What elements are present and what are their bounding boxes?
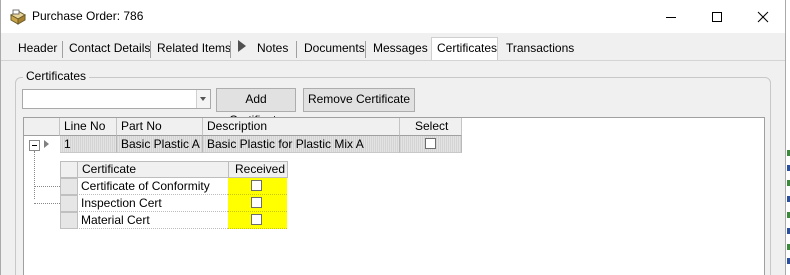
child-cell-received[interactable]: [228, 178, 287, 195]
column-header-select[interactable]: Select: [400, 118, 462, 136]
tab-notes[interactable]: Notes: [257, 41, 288, 59]
grid-header-corner: [24, 118, 60, 136]
tab-separator: [150, 41, 151, 58]
remove-certificate-button[interactable]: Remove Certificate: [303, 88, 415, 112]
cell-line-no[interactable]: 1: [60, 136, 117, 153]
tab-related-items[interactable]: Related Items: [157, 41, 231, 59]
tab-scroll-arrow-icon[interactable]: [237, 39, 247, 56]
column-header-description[interactable]: Description: [203, 118, 400, 136]
tab-transactions[interactable]: Transactions: [506, 41, 574, 59]
tab-separator: [296, 41, 297, 58]
maximize-icon: [712, 12, 722, 22]
received-checkbox[interactable]: [251, 180, 262, 191]
collapse-row-icon[interactable]: [29, 140, 40, 151]
certificates-group-label: Certificates: [23, 69, 90, 83]
close-button[interactable]: [740, 0, 786, 33]
cell-part-no[interactable]: Basic Plastic A: [117, 136, 203, 153]
child-cell-certificate[interactable]: Certificate of Conformity: [77, 178, 228, 195]
child-cell-received[interactable]: [228, 212, 287, 229]
child-column-header-certificate[interactable]: Certificate: [77, 161, 229, 178]
child-column-header-received[interactable]: Received: [228, 161, 288, 178]
purchase-order-icon: [9, 9, 27, 25]
column-header-line-no[interactable]: Line No: [60, 118, 117, 136]
select-checkbox[interactable]: [425, 138, 436, 149]
certificate-select[interactable]: [22, 89, 211, 109]
column-header-part-no[interactable]: Part No: [117, 118, 203, 136]
received-checkbox[interactable]: [251, 197, 262, 208]
tab-contact-details[interactable]: Contact Details: [69, 41, 150, 59]
cell-select[interactable]: [400, 136, 462, 153]
cell-description[interactable]: Basic Plastic for Plastic Mix A: [203, 136, 400, 153]
certificates-grid: Line No Part No Description Select 1 Bas…: [23, 117, 765, 275]
background-window-strip: [786, 0, 790, 275]
window-title: Purchase Order: 786: [32, 9, 144, 23]
dropdown-arrow-icon[interactable]: [196, 90, 210, 108]
maximize-button[interactable]: [694, 0, 740, 33]
tab-messages[interactable]: Messages: [373, 41, 428, 59]
close-icon: [757, 11, 769, 23]
child-row-selector[interactable]: [60, 195, 78, 212]
child-header-corner: [60, 161, 78, 178]
received-checkbox[interactable]: [251, 214, 262, 225]
child-cell-received[interactable]: [228, 195, 287, 212]
tree-connector: [34, 203, 60, 204]
current-row-indicator-icon: [44, 140, 49, 148]
add-certificate-button[interactable]: Add Certificate: [216, 88, 296, 127]
child-row-selector[interactable]: [60, 178, 78, 195]
certificates-tab-panel: Certificates Add Certificate Remove Cert…: [1, 60, 785, 275]
child-cell-certificate[interactable]: Material Cert: [77, 212, 228, 229]
tab-separator: [365, 41, 366, 58]
tab-certificates[interactable]: Certificates: [437, 41, 497, 59]
tab-documents[interactable]: Documents: [304, 41, 365, 59]
minimize-icon: [666, 17, 676, 18]
child-row-selector[interactable]: [60, 212, 78, 229]
tab-separator: [62, 41, 63, 58]
child-cell-certificate[interactable]: Inspection Cert: [77, 195, 228, 212]
tab-separator: [230, 41, 231, 58]
tree-connector: [34, 151, 35, 199]
tab-header[interactable]: Header: [18, 41, 57, 59]
tab-strip: Header Contact Details Related Items Not…: [1, 33, 785, 63]
tree-connector: [34, 186, 60, 187]
minimize-button[interactable]: [648, 0, 694, 33]
title-bar: Purchase Order: 786: [0, 0, 790, 33]
